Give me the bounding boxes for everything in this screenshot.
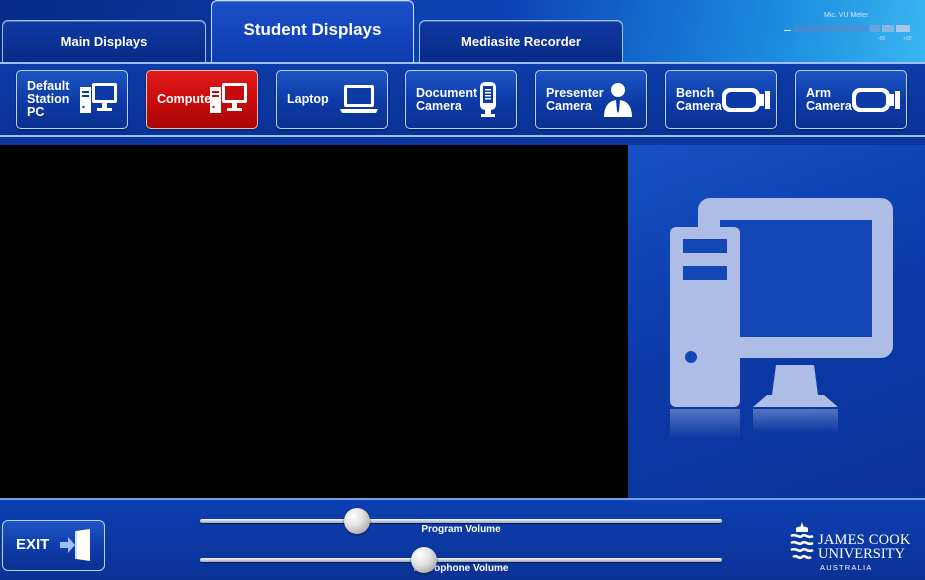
logo-line-3: AUSTRALIA (820, 563, 873, 572)
camera-icon (852, 88, 900, 112)
desktop-pc-icon (210, 83, 247, 113)
vu-meter-max: +00 (903, 36, 912, 42)
presenter-icon (604, 83, 632, 117)
vu-meter-label: Mic. VU Meter (824, 12, 869, 19)
microphone-volume-slider[interactable] (200, 558, 722, 562)
exit-door-icon (60, 529, 90, 561)
source-arm-camera-button[interactable]: Arm Camera (795, 70, 907, 129)
source-default-station-pc-button[interactable]: Default Station PC (16, 70, 128, 129)
crest-icon (790, 522, 814, 560)
desktop-pc-icon (670, 198, 893, 439)
source-document-camera-button[interactable]: Document Camera (405, 70, 517, 129)
exit-button[interactable]: EXIT (2, 520, 105, 571)
program-volume-label: Program Volume (421, 524, 501, 535)
document-camera-icon (480, 82, 496, 117)
vu-meter (784, 25, 910, 32)
video-preview-area (0, 145, 628, 498)
source-preview-panel (628, 145, 925, 498)
tab-main-displays[interactable]: Main Displays (2, 20, 206, 62)
source-presenter-camera-button[interactable]: Presenter Camera (535, 70, 647, 129)
source-bar: Default Station PC Computer Laptop Docum… (0, 62, 925, 137)
source-laptop-button[interactable]: Laptop (276, 70, 388, 129)
camera-icon (722, 88, 770, 112)
logo-line-2: UNIVERSITY (818, 546, 905, 562)
vu-meter-min: -00 (878, 36, 886, 42)
exit-label: EXIT (16, 536, 50, 553)
tab-bar: Main Displays Student Displays Mediasite… (0, 0, 925, 62)
laptop-icon (340, 85, 378, 113)
microphone-volume-label: Microphone Volume (413, 563, 509, 574)
source-bench-camera-button[interactable]: Bench Camera (665, 70, 777, 129)
desktop-pc-icon (80, 83, 117, 113)
program-volume-slider[interactable] (200, 519, 722, 523)
source-computer-button[interactable]: Computer (146, 70, 258, 129)
university-logo: JAMES COOK UNIVERSITY AUSTRALIA (788, 520, 918, 576)
tab-student-displays[interactable]: Student Displays (211, 0, 414, 62)
tab-mediasite-recorder[interactable]: Mediasite Recorder (419, 20, 623, 62)
